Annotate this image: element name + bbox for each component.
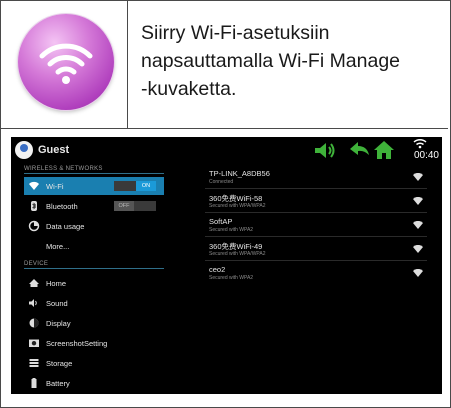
signal-icon (413, 197, 423, 205)
menu-item-label: Storage (46, 359, 73, 368)
network-item[interactable]: TP-LINK_A8DB56 Connected (205, 166, 427, 189)
storage-icon (29, 359, 39, 367)
status-bar: Guest 00:40 (11, 137, 442, 164)
user-avatar[interactable] (15, 141, 33, 159)
menu-item-label: More... (46, 242, 70, 251)
signal-icon (413, 245, 423, 253)
battery-icon (31, 378, 37, 388)
back-icon[interactable] (347, 141, 373, 159)
signal-icon (413, 173, 423, 181)
network-status: Connected (209, 179, 234, 185)
bluetooth-toggle[interactable]: OFF (114, 201, 156, 211)
wifi-network-list: TP-LINK_A8DB56 Connected 360免费WiFi-58 Se… (205, 164, 427, 394)
menu-item-sound[interactable]: Sound (24, 294, 164, 312)
network-item[interactable]: 360免费WiFi-58 Secured with WPA/WPA2 (205, 190, 427, 213)
clock: 00:40 (413, 150, 439, 161)
home-nav-icon[interactable] (373, 140, 395, 160)
menu-item-storage[interactable]: Storage (24, 354, 164, 372)
toggle-state: ON (136, 181, 156, 191)
menu-item-screenshot-setting[interactable]: ScreenshotSetting (24, 334, 164, 352)
network-ssid: TP-LINK_A8DB56 (209, 169, 270, 178)
display-icon (29, 318, 39, 328)
wifi-status-icon (413, 138, 427, 149)
home-icon (29, 279, 39, 287)
menu-item-label: Wi-Fi (46, 182, 64, 191)
menu-item-label: ScreenshotSetting (46, 339, 108, 348)
menu-item-bluetooth[interactable]: Bluetooth OFF (24, 197, 164, 215)
instruction-text: Siirry Wi-Fi-asetuksiin napsauttamalla W… (141, 22, 401, 100)
section-header-wireless: WIRELESS & NETWORKS (24, 166, 164, 174)
menu-item-data-usage[interactable]: Data usage (24, 217, 164, 235)
network-item[interactable]: ceo2 Secured with WPA2 (205, 262, 427, 284)
signal-icon (413, 221, 423, 229)
network-status: Secured with WPA/WPA2 (209, 251, 266, 257)
network-status: Secured with WPA2 (209, 227, 254, 233)
data-usage-icon (28, 220, 40, 232)
section-header-device: DEVICE (24, 261, 164, 269)
settings-menu: WIRELESS & NETWORKS Wi-Fi ON Bluetooth O… (24, 164, 164, 394)
wifi-manage-icon (18, 14, 114, 110)
screenshot-icon (29, 339, 39, 347)
wifi-toggle[interactable]: ON (114, 181, 156, 191)
android-settings-screenshot: Guest 00:40 WIRELESS & NETWORKS Wi-Fi ON… (11, 137, 442, 394)
wifi-icon (29, 181, 39, 190)
network-ssid: ceo2 (209, 265, 226, 274)
cell-divider-horizontal (1, 128, 448, 129)
signal-icon (413, 269, 423, 277)
network-item[interactable]: 360免费WiFi-49 Secured with WPA/WPA2 (205, 238, 427, 261)
network-status: Secured with WPA/WPA2 (209, 203, 266, 209)
user-name: Guest (38, 144, 70, 156)
menu-item-display[interactable]: Display (24, 314, 164, 332)
network-item[interactable]: SoftAP Secured with WPA2 (205, 214, 427, 237)
menu-item-label: Data usage (46, 222, 85, 231)
menu-item-label: Bluetooth (46, 202, 78, 211)
menu-item-more[interactable]: More... (24, 237, 164, 255)
volume-icon[interactable] (314, 142, 336, 159)
menu-item-label: Display (46, 319, 71, 328)
menu-item-battery[interactable]: Battery (24, 374, 164, 392)
menu-item-label: Home (46, 279, 67, 288)
menu-item-label: Sound (46, 299, 68, 308)
bluetooth-icon (31, 201, 37, 211)
menu-item-label: Battery (46, 379, 70, 388)
menu-item-wifi[interactable]: Wi-Fi ON (24, 177, 164, 195)
menu-item-home[interactable]: Home (24, 274, 164, 292)
cell-divider-vertical (127, 1, 128, 128)
toggle-state: OFF (114, 201, 134, 211)
network-status: Secured with WPA2 (209, 275, 254, 281)
sound-icon (29, 299, 37, 307)
network-ssid: SoftAP (209, 217, 233, 226)
